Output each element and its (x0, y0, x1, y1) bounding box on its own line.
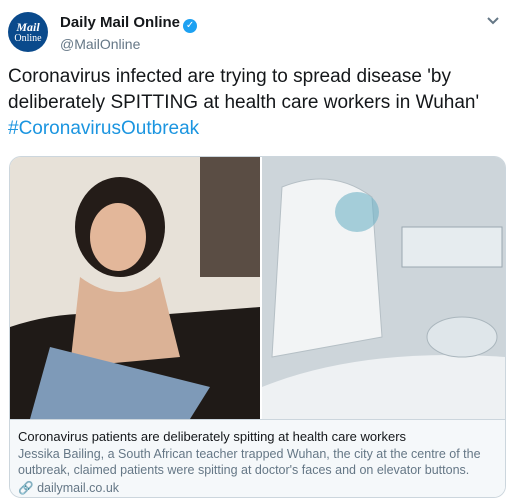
link-card[interactable]: Coronavirus patients are deliberately sp… (9, 156, 506, 498)
chevron-down-icon[interactable] (486, 14, 500, 28)
tweet-header: Mail Online Daily Mail Online ✓ @MailOnli… (8, 8, 504, 52)
avatar-text-online: Online (14, 33, 42, 44)
card-title: Coronavirus patients are deliberately sp… (18, 429, 407, 444)
card-domain-text: dailymail.co.uk (37, 481, 120, 495)
verified-badge-icon: ✓ (183, 19, 198, 33)
card-description: Jessika Bailing, a South African teacher… (18, 447, 481, 477)
user-handle[interactable]: @MailOnline (60, 36, 197, 52)
tweet-text: Coronavirus infected are trying to sprea… (8, 64, 502, 142)
tweet-body: Coronavirus infected are trying to sprea… (8, 66, 480, 113)
card-meta: Coronavirus patients are deliberately sp… (10, 419, 505, 497)
link-icon: 🔗 (18, 481, 34, 495)
card-domain: 🔗 dailymail.co.uk (18, 481, 119, 496)
display-name[interactable]: Daily Mail Online (60, 14, 180, 31)
author-block: Daily Mail Online ✓ @MailOnline (60, 14, 198, 52)
avatar-text-mail: Mail (16, 20, 40, 34)
card-image-hospital (262, 157, 505, 419)
card-image-portrait (10, 157, 260, 419)
avatar[interactable]: Mail Online (8, 12, 48, 52)
hashtag-link[interactable]: #CoronavirusOutbreak (8, 116, 502, 142)
